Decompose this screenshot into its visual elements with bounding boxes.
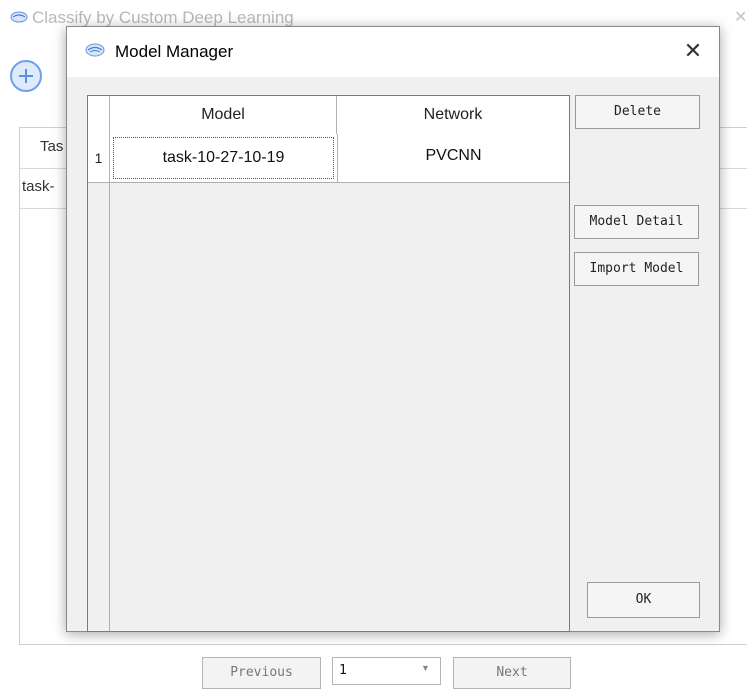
background-window-title: Classify by Custom Deep Learning	[32, 8, 294, 27]
dialog-title: Model Manager	[115, 42, 234, 61]
close-icon[interactable]: ✕	[734, 7, 747, 27]
table-header-cell: Tas	[40, 138, 64, 155]
column-header-network[interactable]: Network	[337, 96, 569, 134]
app-logo-icon	[10, 10, 28, 28]
import-model-button[interactable]: Import Model	[574, 252, 699, 286]
model-grid: Model Network 1 task-10-27-10-19 PVCNN	[87, 95, 570, 632]
delete-button[interactable]: Delete	[575, 95, 700, 129]
model-manager-dialog: Model Manager ✕ Model Network 1 task-10-…	[66, 26, 720, 632]
page-select[interactable]: 1 ▼	[332, 657, 441, 685]
grid-header-row: Model Network	[88, 96, 569, 135]
network-cell[interactable]: PVCNN	[337, 134, 569, 182]
dialog-titlebar: Model Manager ✕	[67, 27, 719, 77]
close-icon[interactable]: ✕	[679, 37, 707, 65]
add-button[interactable]	[10, 60, 42, 92]
model-detail-button[interactable]: Model Detail	[574, 205, 699, 239]
grid-corner-cell[interactable]	[88, 96, 110, 134]
chevron-down-icon: ▼	[421, 663, 430, 673]
model-name-cell[interactable]: task-10-27-10-19	[113, 137, 334, 179]
previous-page-button[interactable]: Previous	[202, 657, 321, 689]
next-page-button[interactable]: Next	[453, 657, 571, 689]
ok-button[interactable]: OK	[587, 582, 700, 618]
pagination: Previous 1 ▼ Next	[0, 657, 747, 691]
row-header-column	[88, 182, 110, 631]
table-cell[interactable]: task-	[22, 178, 55, 195]
row-header-cell[interactable]: 1	[88, 134, 110, 182]
page-select-value: 1	[339, 663, 347, 678]
column-header-model[interactable]: Model	[110, 96, 337, 134]
app-logo-icon	[85, 43, 105, 62]
table-row[interactable]: 1 task-10-27-10-19 PVCNN	[88, 134, 569, 183]
